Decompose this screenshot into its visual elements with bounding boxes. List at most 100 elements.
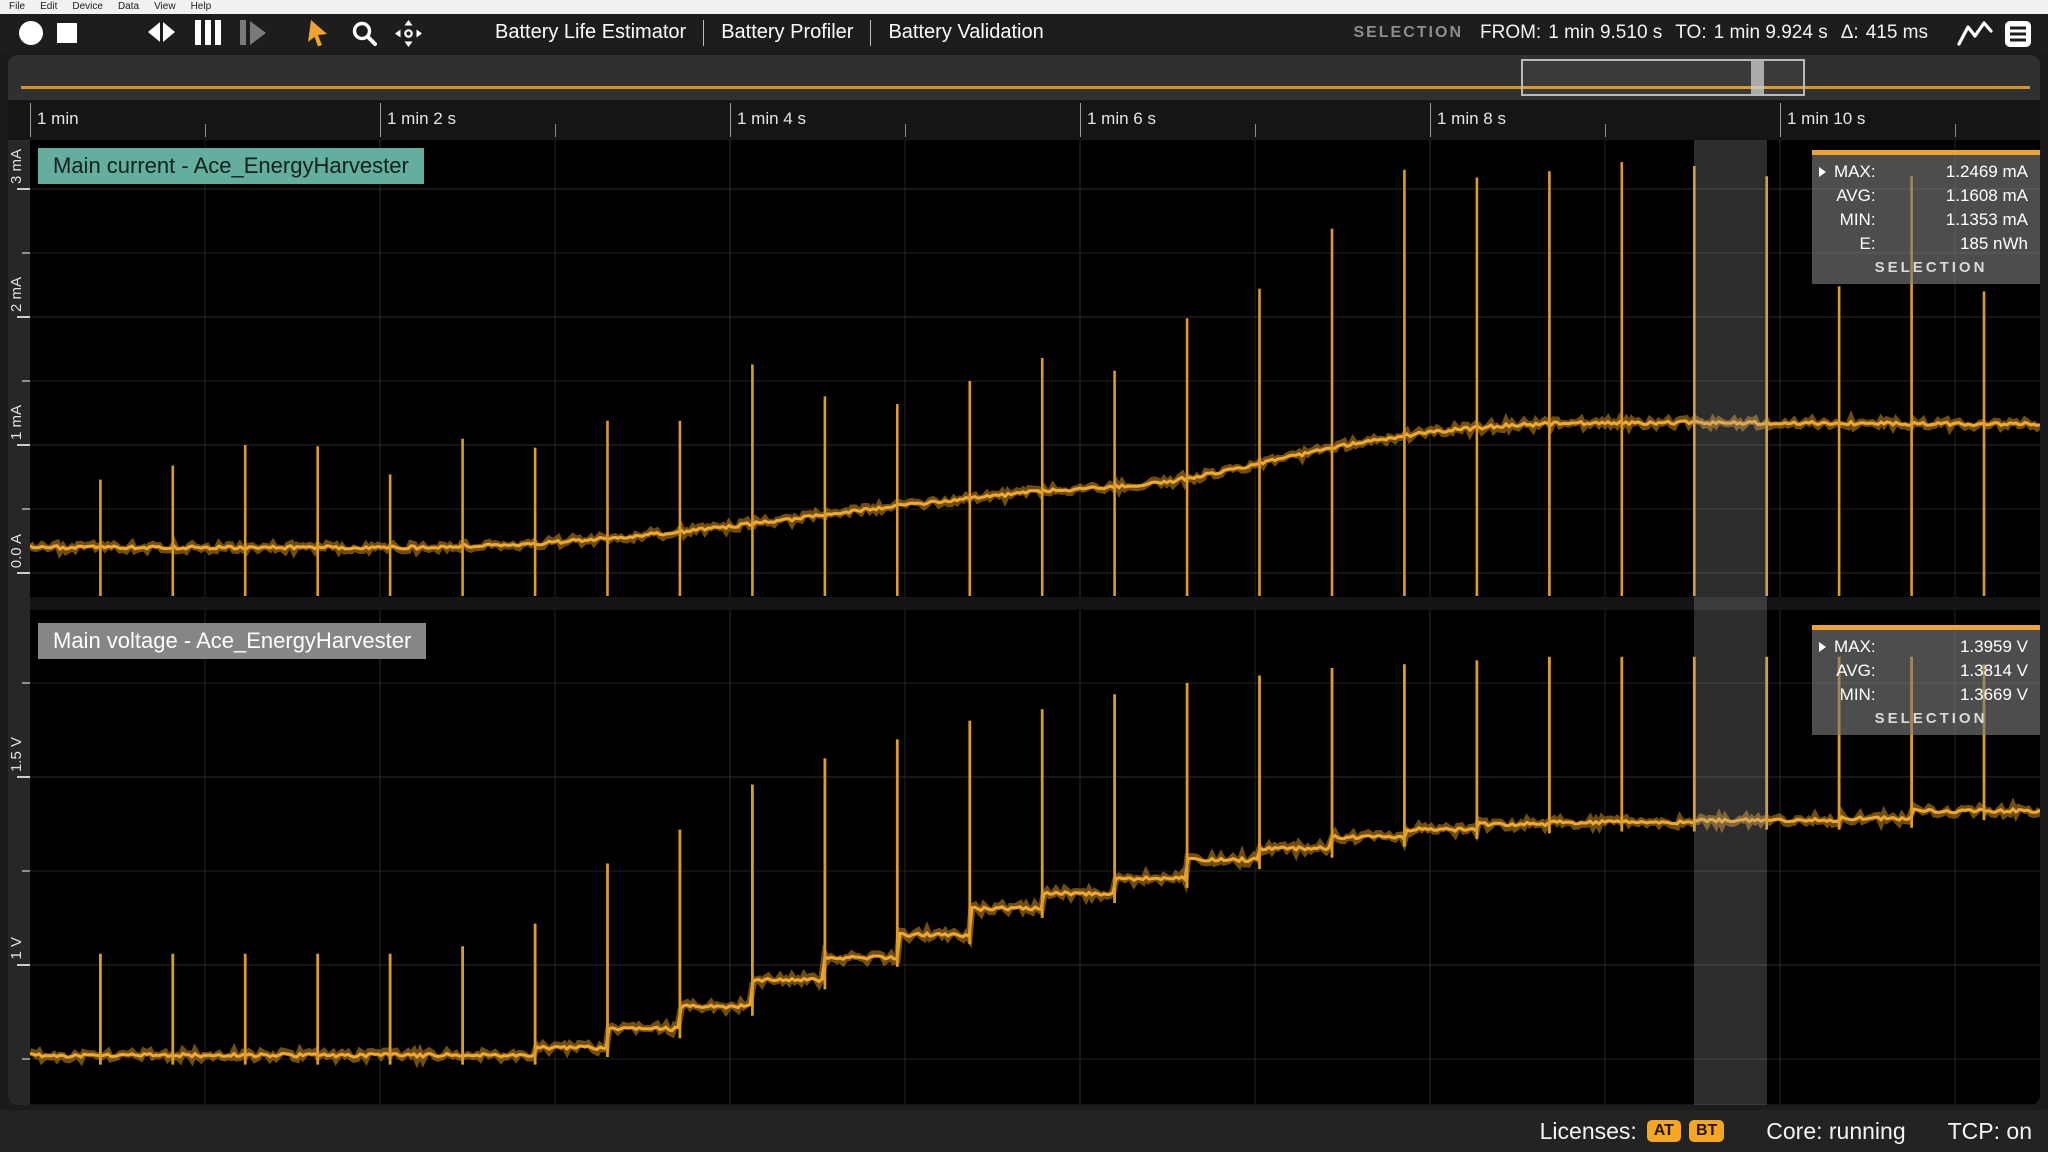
y-tick-label: 1 V <box>8 937 29 960</box>
recording-overview-minimap[interactable] <box>8 55 2040 100</box>
stop-icon[interactable] <box>57 23 77 43</box>
tab-separator <box>703 20 704 46</box>
selection-delta-value: 415 ms <box>1866 22 1928 44</box>
time-tick-major <box>380 103 381 137</box>
toolbar: Battery Life Estimator Battery Profiler Ba… <box>0 14 2048 51</box>
menu-item-view[interactable]: View <box>154 0 176 14</box>
time-tick-minor <box>1605 124 1606 137</box>
y-tick-minor <box>22 870 30 872</box>
stat-value: 1.1353 mA <box>1884 210 2028 230</box>
chart-panel: 1 min 1 min 2 s 1 min 4 s 1 min 6 s 1 min 8 … <box>8 55 2040 1105</box>
selection-from-label: FROM: <box>1480 22 1541 44</box>
license-badge-bt: BT <box>1689 1120 1724 1142</box>
triangle-left <box>148 22 160 42</box>
core-status: Core: running <box>1766 1118 1905 1145</box>
selection-info-label: SELECTION <box>1353 24 1463 42</box>
time-tick-label: 1 min <box>37 109 79 129</box>
time-tick-major <box>730 103 731 137</box>
stat-label: MIN: <box>1834 685 1876 705</box>
time-tick-label: 1 min 4 s <box>737 109 806 129</box>
voltage-stats-box: MAX:1.3959 VAVG:1.3814 VMIN:1.3669 V SEL… <box>1812 625 2040 735</box>
menu-item-data[interactable]: Data <box>118 0 139 14</box>
time-tick-minor <box>205 124 206 137</box>
zoom-icon[interactable] <box>351 20 378 52</box>
menu-bar: File Edit Device Data View Help <box>0 0 2048 14</box>
menu-item-file[interactable]: File <box>9 0 25 14</box>
time-tick-minor <box>905 124 906 137</box>
minimap-selection-band[interactable] <box>1751 61 1764 94</box>
stat-value: 1.3959 V <box>1884 637 2028 657</box>
y-tick-label: 3 mA <box>8 149 29 184</box>
y-tick-major <box>17 188 30 190</box>
y-tick-label: 1 mA <box>8 405 29 440</box>
triangle-right <box>163 22 175 42</box>
tab-bar: Battery Life Estimator Battery Profiler Ba… <box>495 14 1044 51</box>
licenses-label: Licenses: <box>1540 1118 1637 1145</box>
selection-band[interactable] <box>1694 140 1766 1105</box>
menu-item-device[interactable]: Device <box>72 0 103 14</box>
time-tick-label: 1 min 6 s <box>1087 109 1156 129</box>
stats-collapse-triangle-icon[interactable] <box>1819 167 1826 177</box>
time-tick-major <box>1780 103 1781 137</box>
y-tick-major <box>17 316 30 318</box>
stat-label: AVG: <box>1834 186 1876 206</box>
y-tick-minor <box>22 1058 30 1060</box>
y-tick-minor <box>22 380 30 382</box>
selection-from-value: 1 min 9.510 s <box>1548 22 1662 44</box>
tab-separator <box>870 20 871 46</box>
y-tick-major <box>17 776 30 778</box>
time-tick-major <box>1430 103 1431 137</box>
selection-delta-label: Δ: <box>1841 22 1859 44</box>
time-tick-minor <box>555 124 556 137</box>
time-tick-label: 1 min 2 s <box>387 109 456 129</box>
stat-label: MAX: <box>1834 637 1876 657</box>
y-tick-minor <box>22 508 30 510</box>
y-tick-label: 2 mA <box>8 277 29 312</box>
y-tick-major <box>17 572 30 574</box>
pan-icon[interactable] <box>395 20 422 52</box>
current-stats-box: MAX:1.2469 mAAVG:1.1608 mAMIN:1.1353 mAE… <box>1812 150 2040 284</box>
fit-horizontal-icon[interactable] <box>148 22 175 42</box>
tcp-status: TCP: on <box>1948 1118 2032 1145</box>
y-tick-minor <box>22 682 30 684</box>
voltage-series-label[interactable]: Main voltage - Ace_EnergyHarvester <box>38 623 426 659</box>
stat-label: MIN: <box>1834 210 1876 230</box>
current-stats-selection-label: SELECTION <box>1834 259 2028 276</box>
time-tick-label: 1 min 8 s <box>1437 109 1506 129</box>
stat-label: AVG: <box>1834 661 1876 681</box>
stat-value: 185 nWh <box>1884 234 2028 254</box>
y-tick-major <box>17 964 30 966</box>
time-axis: 1 min 1 min 2 s 1 min 4 s 1 min 6 s 1 min 8 … <box>8 100 2040 140</box>
time-tick-minor <box>1255 124 1256 137</box>
list-view-icon[interactable] <box>2004 20 2034 53</box>
selection-info: SELECTION FROM:1 min 9.510 s TO:1 min 9.… <box>1353 14 1928 51</box>
stat-label: E: <box>1834 234 1876 254</box>
y-tick-minor <box>22 252 30 254</box>
tab-battery-life-estimator[interactable]: Battery Life Estimator <box>495 21 686 44</box>
stat-label: MAX: <box>1834 162 1876 182</box>
current-series-label[interactable]: Main current - Ace_EnergyHarvester <box>38 148 424 184</box>
step-play-icon[interactable] <box>240 20 266 45</box>
cursor-icon[interactable] <box>305 19 333 52</box>
stat-value: 1.3669 V <box>1884 685 2028 705</box>
y-tick-major <box>17 444 30 446</box>
y-tick-label: 1.5 V <box>8 737 29 772</box>
y-tick-label: 0.0 A <box>8 534 29 568</box>
step-bar <box>240 20 246 45</box>
tab-battery-profiler[interactable]: Battery Profiler <box>721 21 853 44</box>
stat-value: 1.1608 mA <box>1884 186 2028 206</box>
chart-view-icon[interactable] <box>1957 21 1993 52</box>
time-tick-label: 1 min 10 s <box>1787 109 1865 129</box>
stats-collapse-triangle-icon[interactable] <box>1819 642 1826 652</box>
time-tick-major <box>1080 103 1081 137</box>
licenses-group: Licenses: AT BT <box>1540 1118 1725 1145</box>
time-tick-minor <box>1955 124 1956 137</box>
menu-item-edit[interactable]: Edit <box>40 0 57 14</box>
license-badge-at: AT <box>1647 1120 1681 1142</box>
stat-value: 1.3814 V <box>1884 661 2028 681</box>
bars-icon[interactable] <box>195 20 221 45</box>
minimap-view-window[interactable] <box>1521 59 1805 96</box>
record-icon[interactable] <box>19 21 43 45</box>
tab-battery-validation[interactable]: Battery Validation <box>888 21 1043 44</box>
menu-item-help[interactable]: Help <box>191 0 212 14</box>
